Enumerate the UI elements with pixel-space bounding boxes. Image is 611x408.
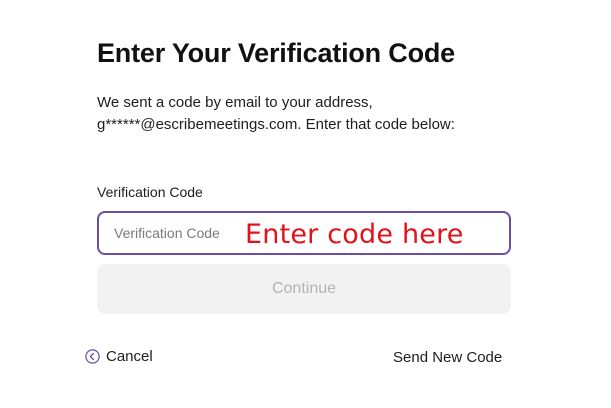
cancel-label: Cancel [106, 348, 153, 365]
instructions-text: We sent a code by email to your address,… [97, 92, 517, 136]
verification-code-input[interactable] [97, 211, 511, 255]
circle-arrow-left-icon [85, 349, 100, 364]
continue-button[interactable]: Continue [97, 264, 511, 314]
verification-code-label: Verification Code [97, 184, 203, 200]
instructions-line-2: g******@escribemeetings.com. Enter that … [97, 116, 455, 133]
page-title: Enter Your Verification Code [97, 38, 455, 69]
cancel-link[interactable]: Cancel [85, 348, 153, 365]
send-new-code-link[interactable]: Send New Code [393, 349, 502, 366]
instructions-line-1: We sent a code by email to your address, [97, 94, 373, 111]
